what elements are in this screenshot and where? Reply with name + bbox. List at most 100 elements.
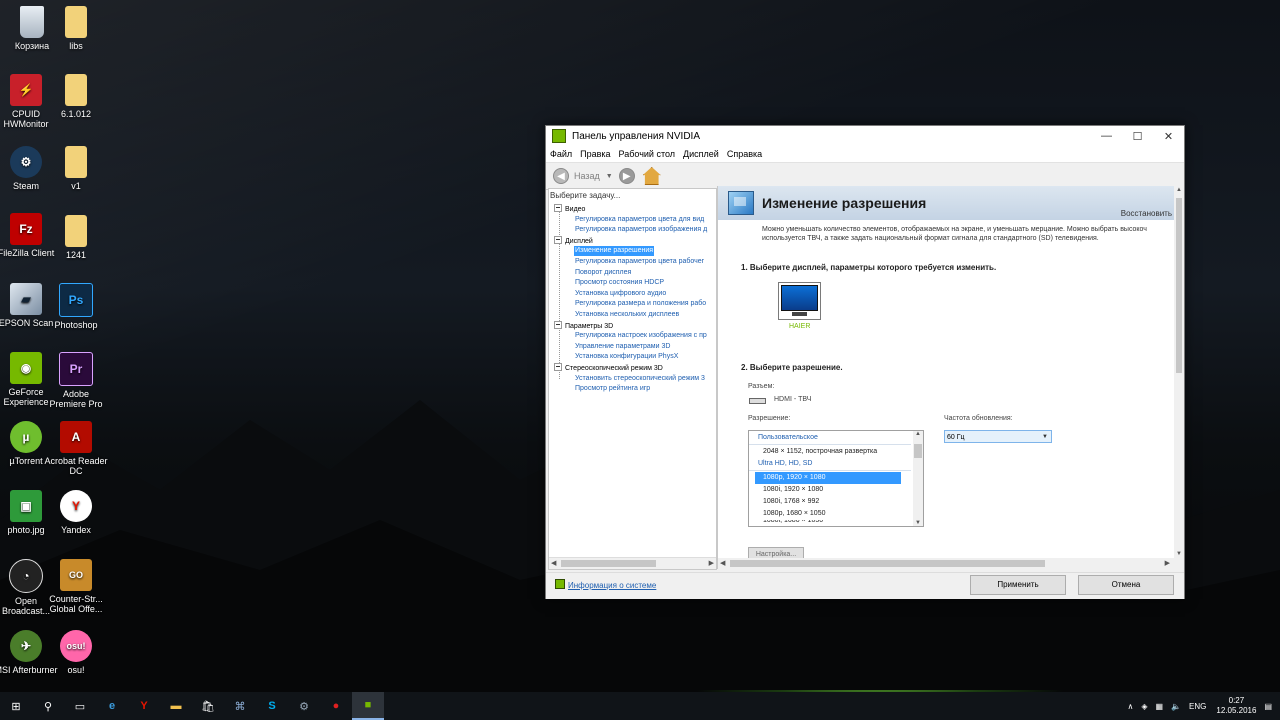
list-item-1080p-1680[interactable]: 1080p, 1680 × 1050 — [749, 508, 923, 520]
desktop-icon-premiere-pro[interactable]: Pr Adobe Premiere Pro — [44, 352, 108, 409]
collapse-icon[interactable] — [554, 236, 562, 244]
tree-item-desktop-size-position[interactable]: Регулировка размера и положения рабо — [575, 299, 706, 309]
network-icon[interactable]: ▦ — [1156, 702, 1164, 711]
scroll-left-icon[interactable]: ◀ — [551, 559, 556, 567]
tree-item-video-image[interactable]: Регулировка параметров изображения д — [575, 225, 707, 235]
back-history-dropdown-icon[interactable]: ▼ — [606, 173, 613, 180]
home-icon[interactable] — [642, 167, 661, 185]
start-button[interactable]: ⊞ — [0, 692, 32, 720]
maximize-button[interactable]: ☐ — [1122, 126, 1153, 146]
menu-display[interactable]: Дисплей — [683, 149, 719, 159]
collapse-icon[interactable] — [554, 204, 562, 212]
scrollbar-thumb[interactable] — [914, 444, 922, 458]
notifications-icon[interactable]: ▤ — [1264, 702, 1272, 711]
tree-category-video[interactable]: Видео — [554, 204, 585, 214]
network-tool-icon[interactable]: ⌘ — [224, 692, 256, 720]
tree-item-physx[interactable]: Установка конфигурации PhysX — [575, 352, 678, 362]
scroll-right-icon[interactable]: ▶ — [1165, 559, 1170, 567]
file-explorer-icon[interactable]: ▬ — [160, 692, 192, 720]
tree-item-game-ratings[interactable]: Просмотр рейтинга игр — [575, 384, 650, 394]
list-item-1080i-1680[interactable]: 1080i, 1680 × 1050 — [749, 520, 923, 525]
desktop-icon-1241[interactable]: 1241 — [44, 215, 108, 260]
tree-item-manage-3d[interactable]: Управление параметрами 3D — [575, 342, 670, 352]
left-horizontal-scrollbar[interactable]: ◀ ▶ — [549, 557, 716, 569]
task-tree-header: Выберите задачу... — [550, 191, 621, 200]
language-indicator[interactable]: ENG — [1189, 702, 1206, 711]
tree-item-multiple-displays[interactable]: Установка нескольких дисплеев — [575, 310, 679, 320]
monitor-name: HAIER — [789, 323, 811, 330]
yandex-taskbar-icon[interactable]: Y — [128, 692, 160, 720]
list-item-1080p-1920[interactable]: 1080p, 1920 × 1080 — [755, 472, 901, 484]
list-group-custom: Пользовательское — [749, 432, 911, 445]
tree-item-video-color[interactable]: Регулировка параметров цвета для вид — [575, 215, 704, 225]
skype-icon[interactable]: S — [256, 692, 288, 720]
nvidia-taskbar-icon[interactable]: ■ — [352, 692, 384, 720]
volume-icon[interactable]: 🔈 — [1171, 702, 1181, 711]
menu-edit[interactable]: Правка — [580, 149, 610, 159]
tree-category-3d-settings[interactable]: Параметры 3D — [554, 321, 613, 331]
tray-app-icon[interactable]: ◈ — [1141, 702, 1147, 711]
tree-item-setup-stereo[interactable]: Установить стереоскопический режим 3 — [575, 374, 705, 384]
desktop-icon-yandex[interactable]: Y Yandex — [44, 490, 108, 535]
content-horizontal-scrollbar[interactable]: ◀ ▶ — [718, 558, 1184, 569]
clock[interactable]: 0:27 12.05.2016 — [1216, 696, 1256, 716]
restore-defaults-link[interactable]: Восстановить — [1121, 209, 1172, 218]
search-icon[interactable]: ⚲ — [32, 692, 64, 720]
system-info-link[interactable]: Информация о системе — [555, 579, 656, 590]
store-icon[interactable]: 🛍 — [192, 692, 224, 720]
scrollbar-thumb[interactable] — [730, 560, 1045, 567]
desktop-icon-csgo[interactable]: GO Counter-Str... Global Offe... — [44, 559, 108, 614]
menu-file[interactable]: Файл — [550, 149, 572, 159]
scroll-right-icon[interactable]: ▶ — [709, 559, 714, 567]
task-view-icon[interactable]: ▭ — [64, 692, 96, 720]
cancel-button[interactable]: Отмена — [1078, 575, 1174, 595]
desktop-icon-v1[interactable]: v1 — [44, 146, 108, 191]
system-info-label: Информация о системе — [568, 581, 657, 590]
tree-item-image-settings-preview[interactable]: Регулировка настроек изображения с пр — [575, 331, 707, 341]
folder-icon — [65, 74, 87, 106]
list-item-1080i-1768[interactable]: 1080i, 1768 × 992 — [749, 496, 923, 508]
apply-button[interactable]: Применить — [970, 575, 1066, 595]
desktop-icon-acrobat-reader[interactable]: A Acrobat Reader DC — [44, 421, 108, 476]
scroll-down-icon[interactable]: ▼ — [1176, 551, 1182, 557]
menu-desktop[interactable]: Рабочий стол — [619, 149, 676, 159]
list-item-1080i-1920[interactable]: 1080i, 1920 × 1080 — [749, 484, 923, 496]
tree-item-hdcp-status[interactable]: Просмотр состояния HDCP — [575, 278, 664, 288]
scroll-up-icon[interactable]: ▲ — [1176, 187, 1182, 193]
tree-item-digital-audio[interactable]: Установка цифрового аудио — [575, 289, 666, 299]
resolution-list[interactable]: Пользовательское 2048 × 1152, построчная… — [748, 430, 924, 527]
content-vertical-scrollbar[interactable]: ▲ ▼ — [1174, 186, 1184, 558]
scroll-up-icon[interactable]: ▲ — [915, 431, 921, 437]
desktop-icon-libs[interactable]: libs — [44, 6, 108, 51]
close-button[interactable]: ✕ — [1153, 126, 1184, 146]
resolution-list-scrollbar[interactable]: ▲ ▼ — [913, 431, 923, 526]
list-item-custom-2048[interactable]: 2048 × 1152, построчная развертка — [749, 446, 923, 458]
edge-icon[interactable]: e — [96, 692, 128, 720]
minimize-button[interactable]: — — [1091, 126, 1122, 146]
refresh-rate-select[interactable]: 60 Гц ▼ — [944, 430, 1052, 443]
tree-item-desktop-color[interactable]: Регулировка параметров цвета рабочег — [575, 257, 704, 267]
scrollbar-thumb[interactable] — [561, 560, 656, 567]
title-bar[interactable]: Панель управления NVIDIA — ☐ ✕ — [546, 126, 1184, 146]
scroll-down-icon[interactable]: ▼ — [915, 520, 921, 526]
tree-item-rotate-display[interactable]: Поворот дисплея — [575, 268, 631, 278]
desktop-icon-photoshop[interactable]: Ps Photoshop — [44, 283, 108, 330]
steam-taskbar-icon[interactable]: ⚙ — [288, 692, 320, 720]
record-icon[interactable]: ● — [320, 692, 352, 720]
menu-help[interactable]: Справка — [727, 149, 762, 159]
task-tree-panel: Выберите задачу... Видео Регулировка пар… — [548, 188, 717, 570]
display-selector-haier[interactable] — [778, 282, 821, 320]
tray-expand-icon[interactable]: ∧ — [1128, 702, 1134, 711]
scroll-left-icon[interactable]: ◀ — [720, 559, 725, 567]
back-arrow-icon[interactable]: ◀ — [553, 168, 569, 184]
back-button-label[interactable]: Назад — [574, 171, 600, 181]
forward-arrow-icon[interactable]: ▶ — [618, 168, 635, 184]
collapse-icon[interactable] — [554, 321, 562, 329]
tree-item-change-resolution[interactable]: Изменение разрешения — [574, 246, 655, 256]
desktop-icon-osu[interactable]: osu! osu! — [44, 630, 108, 675]
tree-category-display[interactable]: Дисплей — [554, 236, 593, 246]
collapse-icon[interactable] — [554, 363, 562, 371]
tree-category-stereo-3d[interactable]: Стереоскопический режим 3D — [554, 363, 663, 373]
desktop-icon-folder-6-1-012[interactable]: 6.1.012 — [44, 74, 108, 119]
scrollbar-thumb[interactable] — [1176, 198, 1182, 373]
